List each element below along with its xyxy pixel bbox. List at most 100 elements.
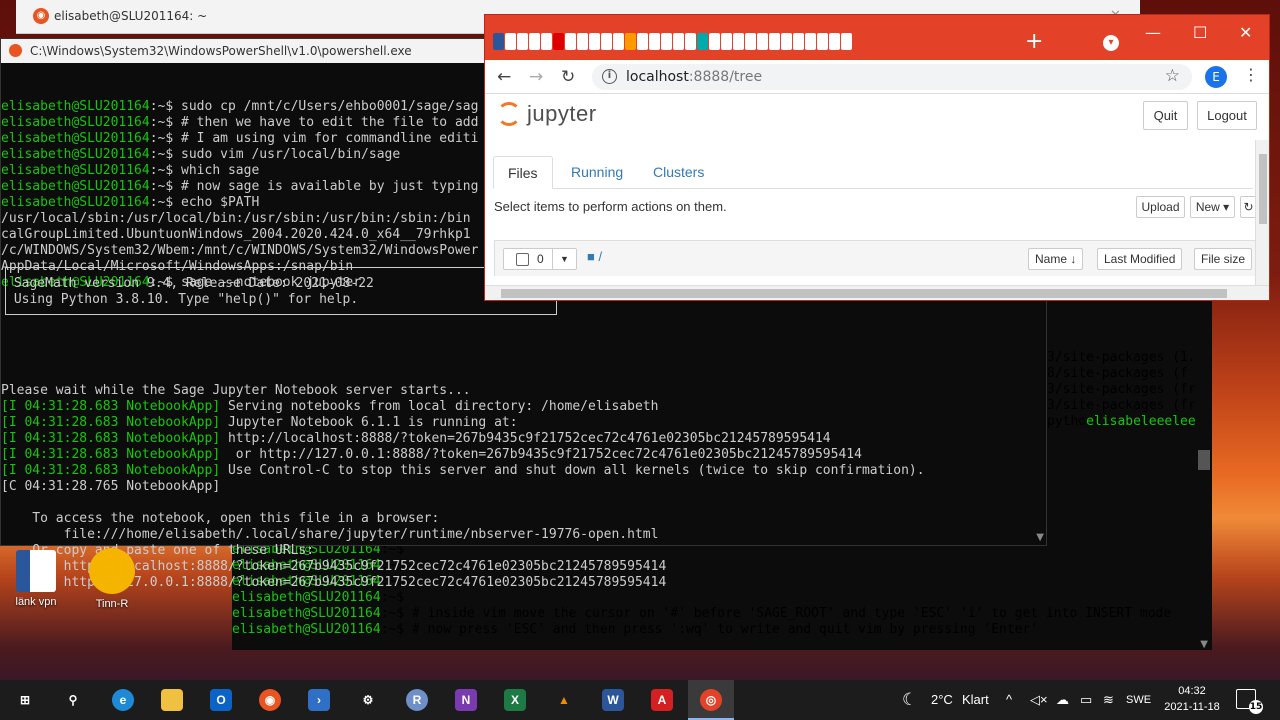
weather-temp[interactable]: 2°C (931, 680, 953, 720)
scroll-down-icon[interactable]: ▼ (1036, 532, 1044, 543)
back-icon[interactable]: ← (497, 67, 511, 87)
pinned-tab-favicon[interactable] (757, 33, 768, 50)
upload-button[interactable]: Upload (1136, 196, 1185, 218)
pinned-tab-favicon[interactable] (493, 33, 504, 50)
tab-strip[interactable]: + ▾ — ☐ ✕ (485, 15, 1269, 60)
pinned-tab-favicon[interactable] (637, 33, 648, 50)
outlook-icon[interactable]: O (210, 689, 232, 711)
powershell-window-title: C:\Windows\System32\WindowsPowerShell\v1… (30, 44, 412, 58)
reload-icon[interactable]: ↻ (561, 67, 575, 87)
pinned-tab-favicon[interactable] (505, 33, 516, 50)
menu-kebab-icon[interactable]: ⋮ (1243, 65, 1259, 84)
selected-count: 0 (537, 252, 544, 266)
pinned-tab-favicon[interactable] (673, 33, 684, 50)
weather-text[interactable]: Klart (962, 680, 989, 720)
pinned-tab-favicon[interactable] (649, 33, 660, 50)
pinned-tab-favicon[interactable] (517, 33, 528, 50)
wifi-icon[interactable]: ≋ (1103, 680, 1114, 720)
horizontal-scrollbar[interactable] (485, 285, 1269, 300)
edge-icon[interactable]: e (112, 689, 134, 711)
powershell-icon[interactable]: › (308, 689, 330, 711)
vlc-icon[interactable]: ▲ (553, 689, 575, 711)
onedrive-icon[interactable]: ☁ (1056, 680, 1069, 720)
tab-files[interactable]: Files (493, 156, 553, 189)
pinned-tab-favicon[interactable] (589, 33, 600, 50)
pinned-tab-favicon[interactable] (697, 33, 708, 50)
pinned-tab-favicon[interactable] (625, 33, 636, 50)
pinned-tab-favicon[interactable] (553, 33, 564, 50)
minimize-icon[interactable]: — (1145, 23, 1161, 42)
chevron-up-icon[interactable]: ^ (1006, 680, 1012, 720)
pinned-tab-favicon[interactable] (577, 33, 588, 50)
weather-moon-icon[interactable]: ☾ (902, 680, 917, 720)
logout-button[interactable]: Logout (1197, 101, 1257, 130)
new-tab-icon[interactable]: + (1025, 29, 1043, 54)
pinned-tab-favicon[interactable] (733, 33, 744, 50)
server-log-line: http://localhost:8888/?token=267b9435c9f… (1, 559, 1031, 575)
url-text[interactable]: localhost:8888/tree (626, 69, 762, 85)
pinned-tab-favicon[interactable] (817, 33, 828, 50)
tab-clusters[interactable]: Clusters (639, 156, 718, 189)
file-explorer-icon[interactable] (161, 689, 183, 711)
search-icon[interactable]: ⚲ (62, 689, 84, 711)
pinned-tab-favicon[interactable] (841, 33, 852, 50)
excel-icon[interactable]: X (504, 689, 526, 711)
pinned-tab-favicon[interactable] (565, 33, 576, 50)
clock[interactable]: 04:32 2021-11-18 (1160, 683, 1224, 715)
chrome-window[interactable]: + ▾ — ☐ ✕ ← → ↻ i localhost:8888/tree ☆ … (484, 14, 1270, 301)
settings-gear-icon[interactable]: ⚙ (357, 689, 379, 711)
sort-name-button[interactable]: Name ↓ (1028, 248, 1084, 270)
bookmark-star-icon[interactable]: ☆ (1165, 66, 1180, 86)
pinned-tab-favicon[interactable] (661, 33, 672, 50)
tab-running[interactable]: Running (557, 156, 637, 189)
sort-size-button[interactable]: File size (1194, 248, 1253, 270)
scrollbar-thumb[interactable] (1259, 154, 1267, 224)
quit-button[interactable]: Quit (1143, 101, 1188, 130)
pinned-tab-favicon[interactable] (769, 33, 780, 50)
maximize-icon[interactable]: ☐ (1193, 23, 1207, 42)
windows-start-icon[interactable]: ⊞ (14, 689, 36, 711)
pinned-tab-favicon[interactable] (805, 33, 816, 50)
breadcrumb[interactable]: ■ / (587, 249, 602, 264)
select-all-checkbox[interactable]: 0 ▼ (503, 248, 577, 270)
pinned-tab-favicon[interactable] (829, 33, 840, 50)
notification-icon[interactable]: 15 (1236, 689, 1263, 714)
pinned-tab-favicon[interactable] (793, 33, 804, 50)
scroll-down-icon[interactable]: ▼ (1200, 639, 1208, 650)
sort-modified-button[interactable]: Last Modified (1097, 248, 1183, 270)
profile-avatar[interactable]: E (1205, 66, 1227, 88)
terminal-scrollbar-thumb[interactable] (1198, 450, 1210, 470)
pinned-tab-favicon[interactable] (541, 33, 552, 50)
pinned-tabs[interactable] (493, 33, 852, 50)
chrome-icon[interactable]: ◎ (700, 689, 722, 711)
address-bar[interactable]: i localhost:8888/tree ☆ (592, 64, 1192, 90)
pinned-tab-favicon[interactable] (781, 33, 792, 50)
ubuntu-icon[interactable]: ◉ (259, 689, 281, 711)
pinned-tab-favicon[interactable] (685, 33, 696, 50)
chevron-down-icon[interactable]: ▼ (552, 249, 576, 269)
vertical-scrollbar[interactable] (1255, 140, 1269, 285)
pinned-tab-favicon[interactable] (709, 33, 720, 50)
pinned-tab-favicon[interactable] (601, 33, 612, 50)
volume-mute-icon[interactable]: ◁× (1030, 680, 1048, 720)
site-info-icon[interactable]: i (602, 69, 617, 84)
desktop-icon-lank-vpn[interactable]: länk vpn (6, 550, 66, 608)
close-icon[interactable]: ✕ (1239, 23, 1252, 42)
new-dropdown-button[interactable]: New ▾ (1190, 196, 1235, 218)
language-indicator[interactable]: SWE (1126, 680, 1151, 720)
checkbox-icon[interactable] (516, 253, 529, 266)
word-icon[interactable]: W (602, 689, 624, 711)
acrobat-icon[interactable]: A (651, 689, 673, 711)
onenote-icon[interactable]: N (455, 689, 477, 711)
desktop-icon-tinn-r[interactable]: Tinn-R (82, 548, 142, 610)
battery-icon[interactable]: ▭ (1080, 680, 1092, 720)
scrollbar-thumb[interactable] (501, 289, 1227, 298)
r-icon[interactable]: R (406, 689, 428, 711)
pinned-tab-favicon[interactable] (529, 33, 540, 50)
pinned-tab-favicon[interactable] (745, 33, 756, 50)
jupyter-logo[interactable]: jupyter (497, 101, 597, 127)
pinned-tab-favicon[interactable] (721, 33, 732, 50)
forward-icon[interactable]: → (529, 67, 543, 87)
pinned-tab-favicon[interactable] (613, 33, 624, 50)
tab-search-icon[interactable]: ▾ (1103, 35, 1119, 51)
